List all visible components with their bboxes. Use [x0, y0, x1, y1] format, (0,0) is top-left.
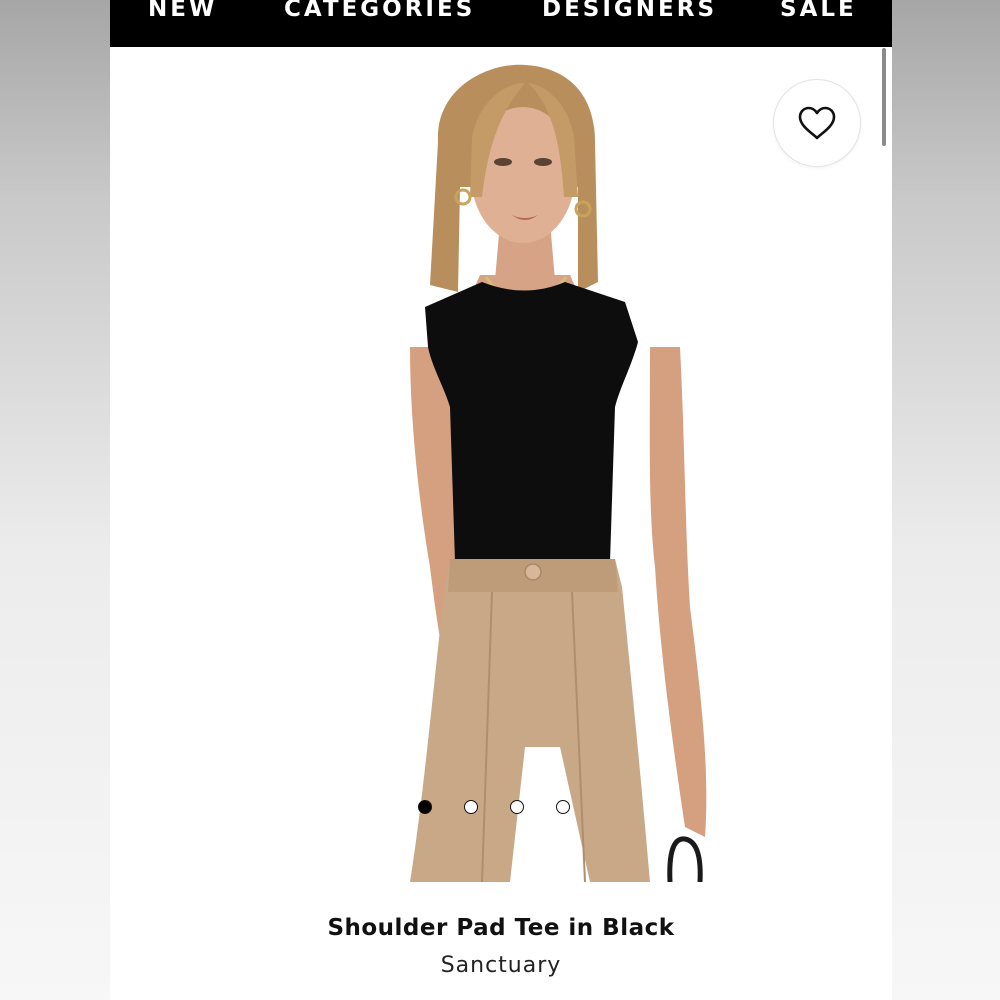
- product-brand[interactable]: Sanctuary: [110, 948, 892, 984]
- heart-outline-icon: [798, 106, 836, 140]
- backdrop-left: [0, 0, 110, 1000]
- nav-sale[interactable]: SALE: [780, 0, 857, 24]
- carousel-dot-1[interactable]: [418, 800, 432, 814]
- product-info: Shoulder Pad Tee in Black Sanctuary: [110, 908, 892, 984]
- carousel-dot-3[interactable]: [510, 800, 524, 814]
- carousel-dot-4[interactable]: [556, 800, 570, 814]
- product-name[interactable]: Shoulder Pad Tee in Black: [110, 908, 892, 948]
- carousel-indicators: [418, 800, 570, 814]
- product-image[interactable]: [260, 47, 800, 882]
- wishlist-button[interactable]: [773, 79, 861, 167]
- scrollbar[interactable]: [882, 48, 886, 146]
- nav-designers[interactable]: DESIGNERS: [542, 0, 717, 24]
- app-screen: NEW CATEGORIES DESIGNERS SALE Shoulder P…: [110, 0, 892, 1000]
- nav-new[interactable]: NEW: [148, 0, 217, 24]
- top-navigation: NEW CATEGORIES DESIGNERS SALE: [110, 0, 892, 47]
- carousel-dot-2[interactable]: [464, 800, 478, 814]
- nav-categories[interactable]: CATEGORIES: [284, 0, 475, 24]
- backdrop-right: [892, 0, 1000, 1000]
